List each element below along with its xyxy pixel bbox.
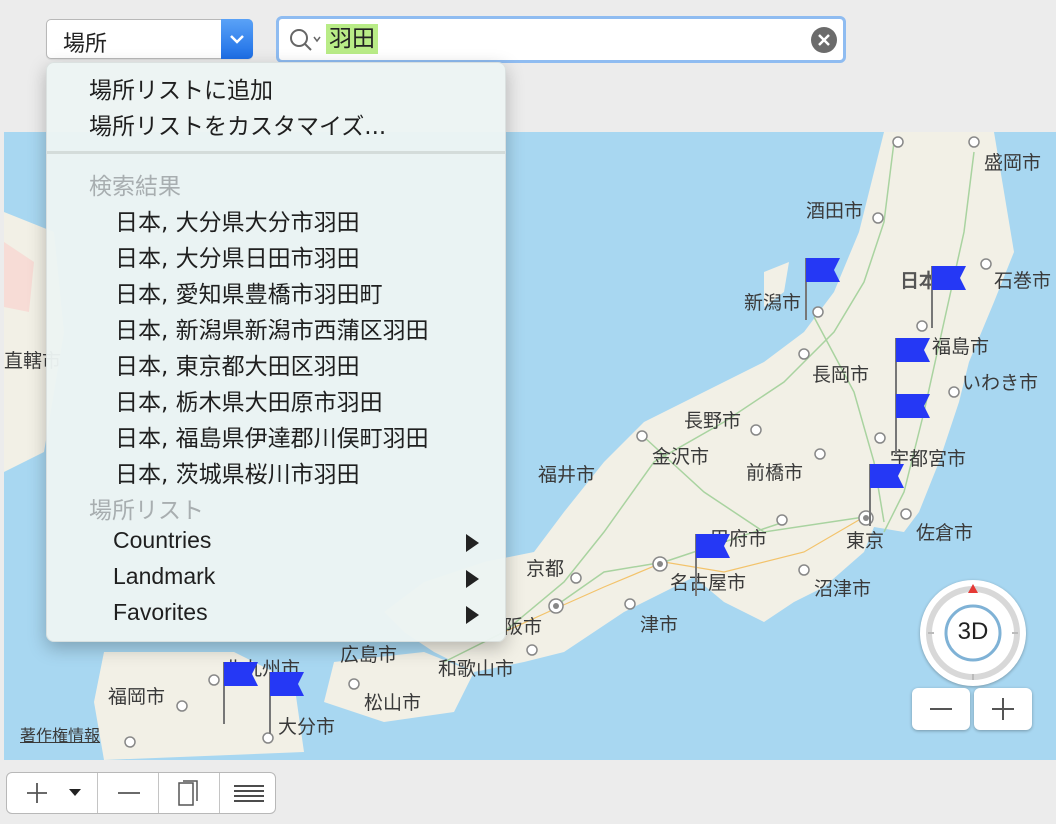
bottom-toolbar (0, 760, 1056, 824)
location-dropdown-menu: 場所リストに追加 場所リストをカスタマイズ... 検索結果 日本, 大分県大分市… (46, 62, 506, 642)
zoom-in-button[interactable] (974, 688, 1032, 730)
clear-search-icon[interactable] (811, 27, 837, 53)
menu-header-search-results: 検索結果 (89, 174, 181, 200)
submenu-arrow-icon (466, 606, 479, 624)
flag-icon[interactable] (220, 662, 260, 724)
menu-item-favorites[interactable]: Favorites (47, 597, 505, 633)
menu-result-item[interactable]: 日本, 栃木県大田原市羽田 (115, 383, 383, 417)
search-input[interactable]: 羽田 (326, 24, 378, 54)
flag-icon[interactable] (802, 258, 842, 320)
submenu-arrow-icon (466, 534, 479, 552)
zoom-out-button[interactable] (912, 688, 970, 730)
search-field[interactable]: 羽田 (276, 16, 846, 63)
menu-item-add-to-list[interactable]: 場所リストに追加 (89, 71, 273, 105)
flag-icon[interactable] (892, 338, 932, 400)
menu-result-item[interactable]: 日本, 福島県伊達郡川俣町羽田 (115, 419, 429, 453)
flag-icon[interactable] (266, 672, 306, 734)
menu-result-item[interactable]: 日本, 大分県日田市羽田 (115, 239, 360, 273)
flag-icon[interactable] (892, 394, 932, 456)
menu-header-location-list: 場所リスト (89, 498, 204, 524)
search-icon[interactable] (289, 27, 325, 57)
tag-button[interactable] (159, 773, 220, 813)
menu-item-customize-list[interactable]: 場所リストをカスタマイズ... (89, 107, 386, 141)
location-select-label: 場所 (63, 32, 108, 57)
flag-icon[interactable] (866, 464, 906, 526)
compass-3d-button[interactable]: 3D (920, 580, 1026, 686)
menu-result-item[interactable]: 日本, 愛知県豊橋市羽田町 (115, 275, 383, 309)
menu-item-label: Landmark (113, 563, 216, 589)
remove-button[interactable] (98, 773, 159, 813)
add-button[interactable] (7, 773, 98, 813)
list-view-icon[interactable] (220, 773, 278, 813)
menu-result-item[interactable]: 日本, 茨城県桜川市羽田 (115, 455, 360, 489)
flag-icon[interactable] (928, 266, 968, 328)
menu-item-label: Countries (113, 527, 212, 553)
menu-item-label: Favorites (113, 599, 208, 625)
compass-3d-label: 3D (957, 618, 989, 645)
menu-result-item[interactable]: 日本, 新潟県新潟市西蒲区羽田 (115, 311, 429, 345)
menu-result-item[interactable]: 日本, 大分県大分市羽田 (115, 203, 360, 237)
menu-result-item[interactable]: 日本, 東京都大田区羽田 (115, 347, 360, 381)
submenu-arrow-icon (466, 570, 479, 588)
location-select[interactable]: 場所 (46, 19, 253, 59)
menu-item-countries[interactable]: Countries (47, 525, 505, 561)
menu-item-landmark[interactable]: Landmark (47, 561, 505, 597)
flag-icon[interactable] (692, 534, 732, 596)
bottom-button-group (6, 772, 276, 814)
menu-divider (47, 151, 505, 154)
chevron-down-icon[interactable] (221, 19, 253, 59)
